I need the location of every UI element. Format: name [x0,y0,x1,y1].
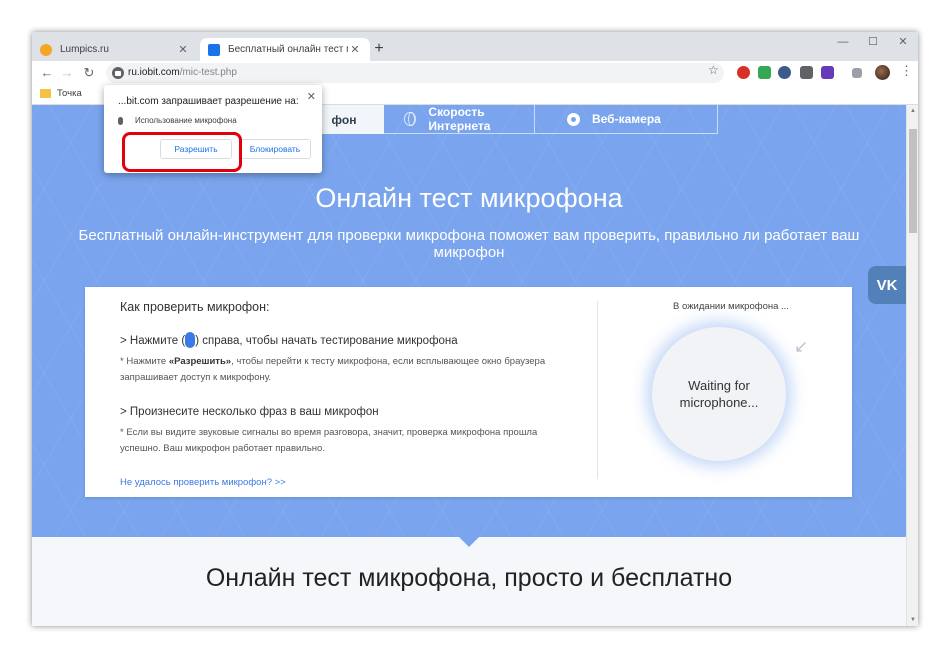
popup-title: ...bit.com запрашивает разрешение на: [118,96,299,107]
microphone-icon [185,332,196,348]
close-window-button[interactable]: ✕ [888,32,918,54]
iobit-favicon-icon [208,43,220,56]
scroll-thumb[interactable] [909,129,917,233]
instructions-title: Как проверить микрофон: [120,300,270,314]
note-1-bold: «Разрешить» [168,356,232,367]
hero-title: Онлайн тест микрофона [315,183,623,213]
extension-purple-icon[interactable] [821,66,834,79]
nav-tab-label: Скорость Интернета [428,105,491,133]
profile-avatar[interactable] [875,65,890,80]
note-1-pre: * Нажмите [120,356,169,367]
lumpics-favicon-icon [40,43,52,56]
instructions-panel: Как проверить микрофон: > Нажмите ( ) спр… [85,287,597,497]
back-icon[interactable]: ← [38,64,56,82]
mic-status-panel: В ожидании микрофона ... Waiting for mic… [598,287,852,497]
address-bar[interactable]: ru.iobit.com/mic-test.php [106,63,724,83]
features-section: Онлайн тест микрофона, просто и бесплатн… [32,537,906,626]
tab-mic-test[interactable]: Бесплатный онлайн тест микрофона ✕ [200,38,370,61]
mic-test-card: Как проверить микрофон: > Нажмите ( ) спр… [85,287,852,497]
bookmark-star-icon[interactable]: ☆ [708,63,719,77]
step-1: > Нажмите ( ) справа, чтобы начать тестир… [120,332,458,348]
reload-icon[interactable]: ↻ [80,64,98,82]
step-1-post: ) справа, чтобы начать тестирование микр… [195,335,458,347]
tab-title: Бесплатный онлайн тест микрофона [228,44,348,55]
folder-icon [40,89,51,98]
extension-red-icon[interactable] [737,66,750,79]
url-text: ru.iobit.com/mic-test.php [128,67,237,78]
extension-box-icon[interactable] [800,66,813,79]
note-1: * Нажмите «Разрешить», чтобы перейти к т… [120,354,560,386]
url-path: /mic-test.php [179,67,237,78]
start-mic-test-button[interactable]: Waiting for microphone... [652,327,786,461]
permission-label: Использование микрофона [135,116,237,125]
hero-notch [459,537,479,547]
minimize-button[interactable]: — [828,32,858,54]
troubleshoot-link[interactable]: Не удалось проверить микрофон? >> [120,477,286,488]
bookmark-item[interactable]: Точка [40,88,82,99]
microphone-icon [118,117,123,125]
extension-check-icon[interactable] [758,66,771,79]
lock-icon[interactable] [112,67,124,79]
note-2: * Если вы видите звуковые сигналы во вре… [120,427,538,454]
close-tab-icon[interactable]: ✕ [348,43,362,56]
new-tab-button[interactable]: + [370,40,388,58]
url-domain: ru.iobit.com [128,67,180,78]
waiting-label: В ожидании микрофона ... [673,301,789,312]
step-1-pre: > Нажмите ( [120,335,186,347]
nav-tab-internet-speed[interactable]: Скорость Интернета [384,105,534,134]
forward-icon[interactable]: → [58,64,76,82]
section-title: Онлайн тест микрофона, просто и бесплатн… [205,564,733,592]
media-controls-icon[interactable] [852,68,862,78]
page-viewport: фон Скорость Интернета Веб-камера Онлайн… [32,105,906,626]
tab-title: Lumpics.ru [60,44,109,55]
extension-globe-icon[interactable] [778,66,791,79]
step-2: > Произнесите несколько фраз в ваш микро… [120,406,379,418]
close-icon[interactable]: ✕ [307,90,316,103]
webcam-icon [567,112,580,126]
menu-icon[interactable]: ⋮ [900,63,913,79]
arrow-icon: ↙ [794,337,809,356]
scroll-up-icon[interactable]: ▲ [907,105,918,117]
vk-share-button[interactable]: VK [868,266,906,304]
maximize-button[interactable]: ☐ [858,32,888,54]
close-tab-icon[interactable]: ✕ [176,43,190,56]
scroll-down-icon[interactable]: ▼ [907,614,918,626]
tab-strip: Lumpics.ru ✕ Бесплатный онлайн тест микр… [32,32,918,61]
nav-tab-webcam[interactable]: Веб-камера [534,105,718,134]
nav-tab-label: Веб-камера [592,112,661,126]
toolbar: ← → ↻ ru.iobit.com/mic-test.php ☆ ⋮ [32,61,918,85]
site-nav: фон Скорость Интернета Веб-камера [304,105,718,134]
hero-subtitle: Бесплатный онлайн-инструмент для проверк… [78,227,860,261]
tab-lumpics[interactable]: Lumpics.ru ✕ [32,38,198,61]
bookmark-label: Точка [57,88,82,99]
page-scrollbar[interactable]: ▲ ▼ [906,105,918,626]
browser-window: Lumpics.ru ✕ Бесплатный онлайн тест микр… [32,32,918,626]
globe-icon [404,112,417,126]
block-button[interactable]: Блокировать [239,139,311,159]
allow-highlight-frame [122,132,242,172]
